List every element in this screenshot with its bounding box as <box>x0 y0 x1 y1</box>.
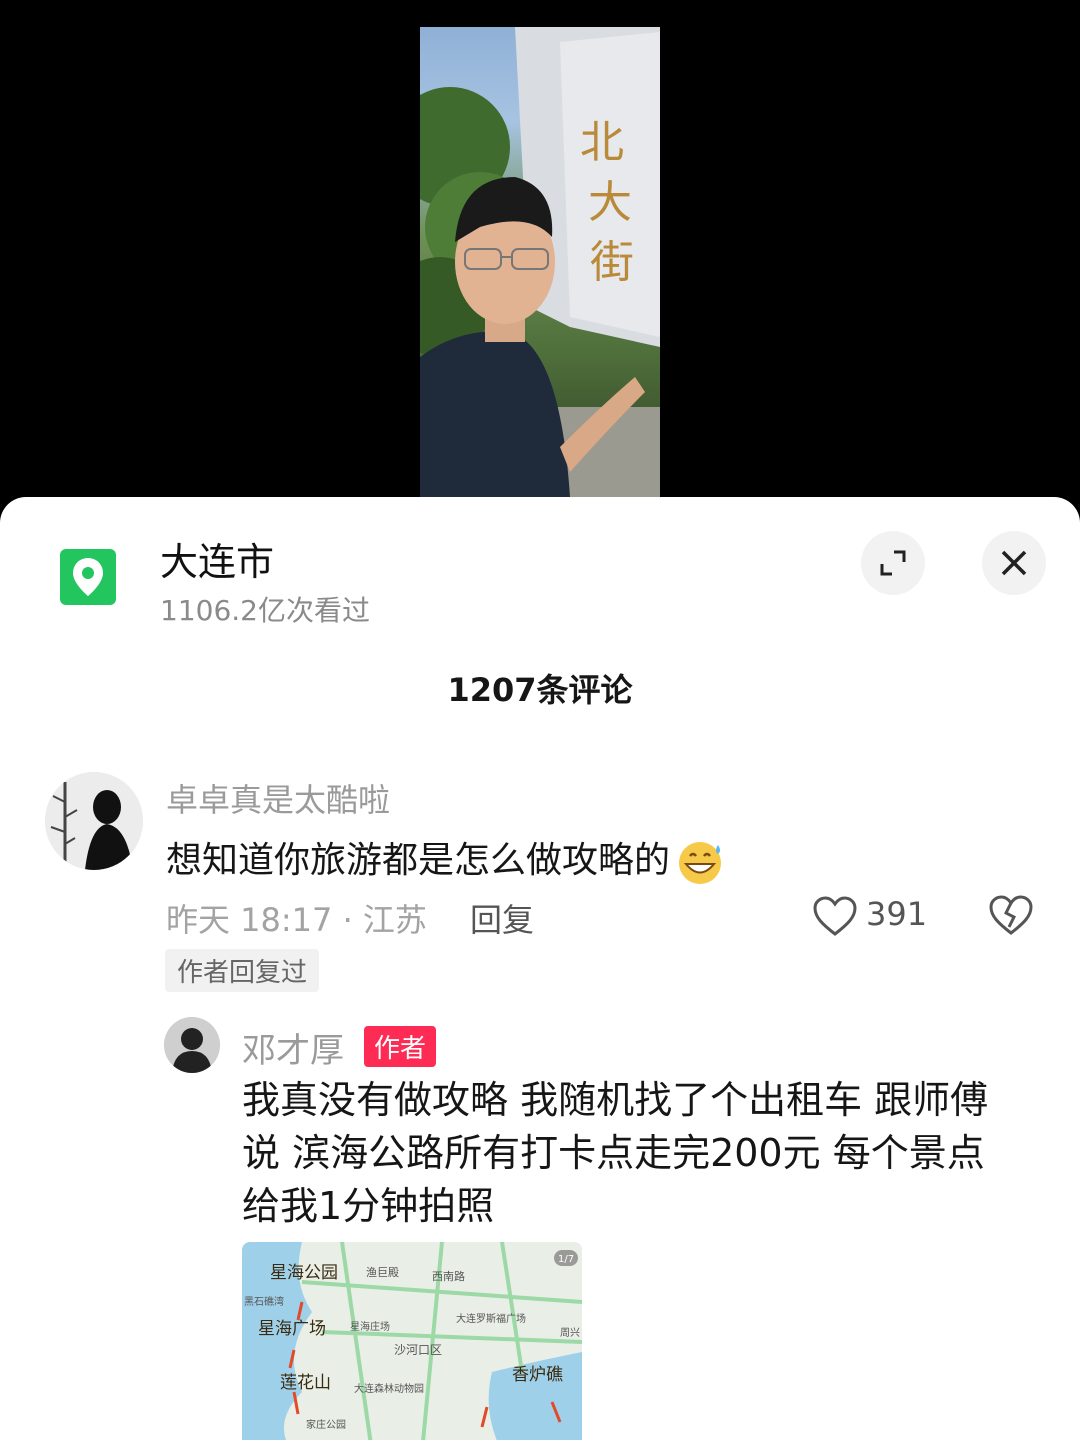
location-view-count: 1106.2亿次看过 <box>160 594 370 627</box>
avatar[interactable] <box>164 1017 220 1073</box>
map-label: 西南路 <box>432 1270 465 1283</box>
map-image[interactable]: 星海公园 渔巨殿 西南路 黑石礁湾 星海广场 星海庄场 大连罗斯福广场 周兴 沙… <box>242 1242 582 1440</box>
location-pin-icon[interactable] <box>60 549 116 605</box>
reply-text: 我真没有做攻略 我随机找了个出租车 跟师傅说 滨海公路所有打卡点走完200元 每… <box>242 1078 989 1228</box>
map-label: 星海公园 <box>270 1263 338 1283</box>
expand-icon <box>880 550 906 576</box>
grinning-sweat-emoji-icon <box>674 839 726 885</box>
video-player[interactable]: 北 大 街 <box>0 0 1080 520</box>
close-icon <box>1001 550 1027 576</box>
expand-button[interactable] <box>861 531 925 595</box>
map-label: 星海庄场 <box>350 1320 390 1333</box>
video-still-image: 北 大 街 <box>420 27 660 497</box>
map-label: 沙河口区 <box>394 1343 442 1357</box>
image-counter: 1/7 <box>558 1254 574 1265</box>
map-label: 渔巨殿 <box>366 1266 399 1279</box>
reply-button[interactable]: 回复 <box>470 895 534 941</box>
broken-heart-icon[interactable] <box>988 893 1034 937</box>
map-label: 大连森林动物园 <box>354 1382 424 1395</box>
map-label: 黑石礁湾 <box>244 1295 284 1308</box>
close-button[interactable] <box>982 531 1046 595</box>
map-label: 莲花山 <box>280 1373 331 1393</box>
avatar[interactable] <box>45 772 143 870</box>
map-label: 香炉礁 <box>512 1365 563 1385</box>
commenter-username[interactable]: 卓卓真是太酷啦 <box>166 775 390 821</box>
author-badge: 作者 <box>364 1026 437 1067</box>
author-replied-tag: 作者回复过 <box>165 949 320 992</box>
map-label: 大连罗斯福广场 <box>456 1312 526 1325</box>
svg-text:街: 街 <box>590 237 634 288</box>
svg-text:北: 北 <box>580 117 624 168</box>
map-label: 家庄公园 <box>306 1418 346 1431</box>
map-label: 周兴 <box>560 1327 580 1339</box>
comment-text: 想知道你旅游都是怎么做攻略的 <box>166 831 726 885</box>
like-count: 391 <box>866 895 928 933</box>
comment-timestamp-location: 昨天 18:17 · 江苏 <box>166 901 427 939</box>
reply-username[interactable]: 邓才厚 <box>242 1023 344 1072</box>
comment-count-header: 1207条评论 <box>447 671 633 709</box>
location-title[interactable]: 大连市 <box>160 531 274 586</box>
comment-sheet: 大连市 1106.2亿次看过 1207条评论 卓卓真是太酷啦 想知道你旅游都是怎… <box>0 497 1080 1440</box>
svg-text:大: 大 <box>588 177 632 228</box>
map-label: 星海广场 <box>258 1319 326 1339</box>
heart-icon[interactable] <box>812 895 858 937</box>
video-frame[interactable]: 北 大 街 <box>420 27 660 497</box>
